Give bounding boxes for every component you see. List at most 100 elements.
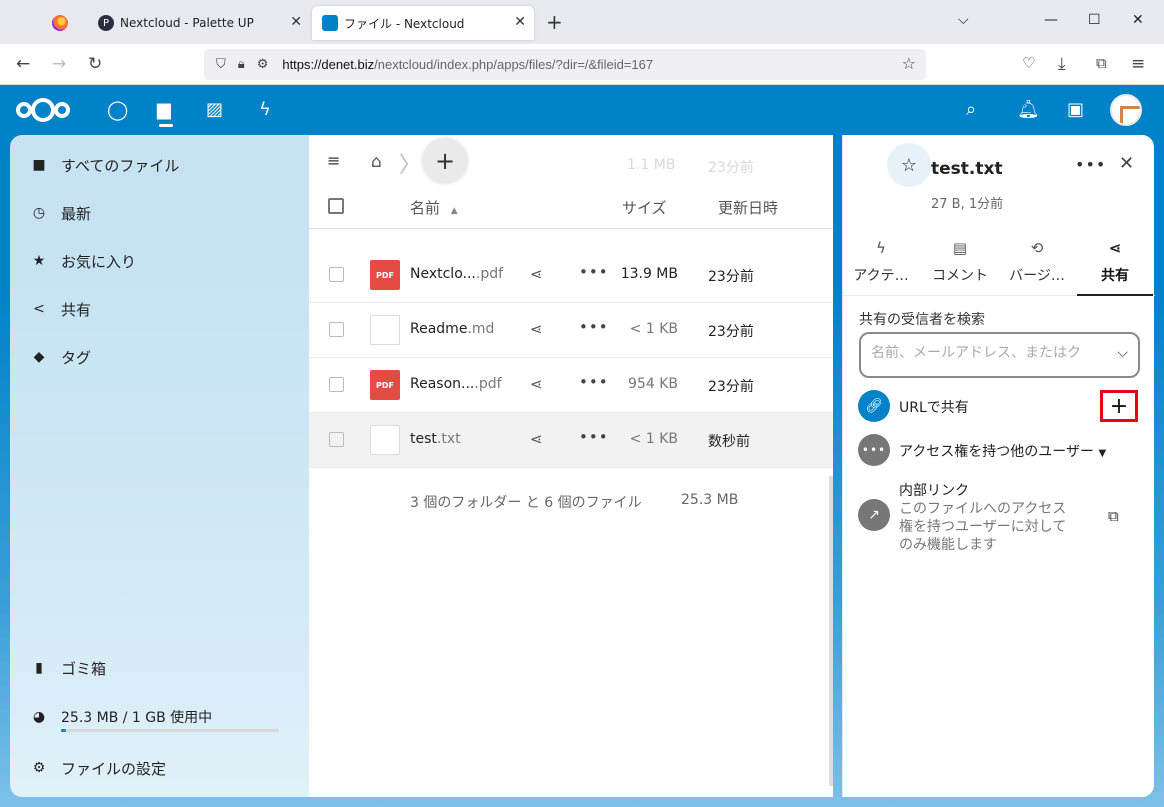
more-actions-icon[interactable]: •••	[579, 373, 609, 391]
star-icon: ★	[32, 253, 46, 269]
extensions-icon[interactable]: ⧉	[1096, 54, 1107, 72]
sharee-search-input[interactable]	[871, 345, 1111, 361]
sidebar-item-shares[interactable]: < 共有	[30, 294, 91, 324]
back-icon[interactable]: ←	[16, 54, 30, 74]
scrollbar[interactable]	[829, 476, 833, 786]
ghost-size: 1.1 MB	[627, 157, 676, 173]
row-checkbox[interactable]	[329, 377, 344, 392]
new-item-button[interactable]: +	[423, 139, 467, 183]
column-header-name[interactable]: 名前 ▲	[410, 197, 458, 218]
file-name[interactable]: test.txt	[410, 431, 461, 447]
share-icon[interactable]: ⋖	[530, 430, 543, 448]
avatar[interactable]	[1110, 94, 1142, 126]
tab-palette-up[interactable]: P Nextcloud - Palette UP ✕	[88, 6, 310, 40]
pocket-icon[interactable]: ♡	[1022, 54, 1035, 72]
file-name[interactable]: Reason....pdf	[410, 376, 502, 392]
table-row[interactable]: Readme.md ⋖ ••• < 1 KB 23分前	[309, 303, 833, 358]
table-row[interactable]: PDF Nextclo....pdf ⋖ ••• 13.9 MB 23分前	[309, 248, 833, 303]
files-app-icon[interactable]: ▆	[157, 99, 171, 120]
more-actions-icon[interactable]: •••	[579, 263, 609, 281]
more-actions-icon[interactable]: •••	[579, 318, 609, 336]
close-icon[interactable]: ✕	[1119, 153, 1134, 174]
tag-icon: ◆	[33, 349, 45, 365]
close-icon[interactable]: ✕	[290, 14, 302, 30]
add-share-link-button[interactable]: +	[1100, 390, 1138, 422]
more-actions-icon[interactable]: •••	[1075, 155, 1106, 174]
quota-info[interactable]: ◕ 25.3 MB / 1 GB 使用中	[30, 702, 212, 732]
url-text[interactable]: https://denet.biz/nextcloud/index.php/ap…	[282, 57, 653, 72]
forward-icon[interactable]: →	[52, 54, 66, 74]
dashboard-icon[interactable]: ◯	[107, 99, 128, 121]
share-icon[interactable]: ⋖	[530, 265, 543, 283]
tab-versions[interactable]: ⟲ バージ…	[999, 239, 1075, 285]
favorite-star-icon[interactable]: ☆	[887, 143, 931, 187]
activity-icon[interactable]: ϟ	[259, 99, 271, 120]
tab-sharing[interactable]: ⋖ 共有	[1077, 239, 1153, 285]
maximize-icon[interactable]: ☐	[1088, 12, 1101, 28]
sharee-search-field[interactable]: ⌵	[859, 332, 1140, 378]
sidebar-item-recent[interactable]: ◷ 最新	[30, 198, 91, 228]
sidebar-item-trash[interactable]: ▮ ゴミ箱	[30, 653, 106, 683]
file-name[interactable]: Nextclo....pdf	[410, 266, 503, 282]
toggle-navigation-icon[interactable]: ≡	[327, 151, 340, 170]
file-list-header: ≡ 1.1 MB 23分前 ⌂ 〉 + 名前 ▲ サイズ 更新日時	[309, 135, 833, 230]
active-app-indicator	[159, 124, 173, 127]
share-icon[interactable]: ⋖	[530, 320, 543, 338]
download-icon[interactable]: ⤓	[1058, 54, 1066, 74]
folder-icon: ■	[32, 157, 46, 173]
contacts-icon[interactable]: ▣	[1067, 99, 1084, 120]
bookmark-star-icon[interactable]: ☆	[902, 54, 916, 73]
row-checkbox[interactable]	[329, 322, 344, 337]
home-icon[interactable]: ⌂	[371, 152, 395, 174]
share-icon[interactable]: ⋖	[530, 375, 543, 393]
sidebar-item-favorites[interactable]: ★ お気に入り	[30, 246, 136, 276]
file-size: 954 KB	[628, 376, 678, 392]
permissions-icon[interactable]: ⚙︎	[257, 57, 269, 72]
tab-title: ファイル - Nextcloud	[344, 16, 465, 31]
history-icon: ⟲	[1030, 239, 1044, 257]
close-icon[interactable]: ✕	[514, 14, 526, 30]
row-checkbox[interactable]	[329, 267, 344, 282]
column-header-modified[interactable]: 更新日時	[718, 197, 778, 218]
address-bar[interactable]: ⛉ 🔒︎ ⚙︎ https://denet.biz/nextcloud/inde…	[204, 49, 926, 80]
table-row[interactable]: test.txt ⋖ ••• < 1 KB 数秒前	[309, 413, 833, 468]
others-with-access-toggle[interactable]: アクセス権を持つ他のユーザー ▼	[899, 441, 1106, 461]
notifications-bell-icon[interactable]: 🔔︎	[1017, 99, 1040, 120]
clipboard-copy-icon[interactable]: ⧉	[1108, 507, 1119, 525]
file-name[interactable]: Readme.md	[410, 321, 494, 337]
sidebar-item-tags[interactable]: ◆ タグ	[30, 342, 91, 372]
tab-activity[interactable]: ϟ アクテ…	[843, 239, 919, 285]
chevron-down-icon[interactable]: ⌵	[1117, 345, 1128, 361]
quota-progress-fill	[61, 729, 67, 732]
internal-link-description: 権を持つユーザーに対して	[899, 519, 1067, 535]
gear-icon: ⚙	[32, 760, 46, 776]
activity-icon: ϟ	[876, 239, 886, 257]
menu-icon[interactable]: ≡	[1131, 54, 1145, 74]
nextcloud-logo-icon[interactable]	[16, 98, 70, 122]
column-header-size[interactable]: サイズ	[622, 197, 667, 218]
new-tab-button[interactable]: +	[546, 10, 563, 34]
search-icon[interactable]: ⌕	[966, 99, 976, 120]
file-size: 13.9 MB	[620, 266, 678, 282]
caret-down-icon: ▼	[1098, 448, 1107, 459]
tab-firefox[interactable]	[40, 6, 88, 40]
details-sidebar: ☆ test.txt 27 B, 1分前 ••• ✕ ϟ アクテ… ▤ コメント ⟲…	[842, 135, 1155, 797]
minimize-icon[interactable]: —	[1044, 12, 1058, 28]
more-actions-icon[interactable]: •••	[579, 428, 609, 446]
row-checkbox[interactable]	[329, 432, 344, 447]
tab-list-chevron-icon[interactable]: ⌵	[958, 12, 969, 28]
select-all-checkbox[interactable]	[328, 198, 344, 214]
sidebar-item-all-files[interactable]: ■ すべてのファイル	[30, 150, 179, 180]
tab-comments[interactable]: ▤ コメント	[922, 239, 998, 285]
shield-icon[interactable]: ⛉	[216, 57, 226, 72]
reload-icon[interactable]: ↻	[88, 54, 102, 74]
tab-files[interactable]: ファイル - Nextcloud ✕	[312, 6, 534, 40]
folder-icon	[322, 15, 338, 31]
photos-icon[interactable]: ▨	[206, 99, 223, 120]
sharee-search-label: 共有の受信者を検索	[859, 312, 985, 328]
sidebar-item-settings[interactable]: ⚙ ファイルの設定	[30, 753, 166, 783]
lock-icon[interactable]: 🔒︎	[238, 57, 245, 72]
window-close-icon[interactable]: ✕	[1132, 12, 1144, 28]
trash-icon: ▮	[35, 660, 43, 676]
table-row[interactable]: PDF Reason....pdf ⋖ ••• 954 KB 23分前	[309, 358, 833, 413]
